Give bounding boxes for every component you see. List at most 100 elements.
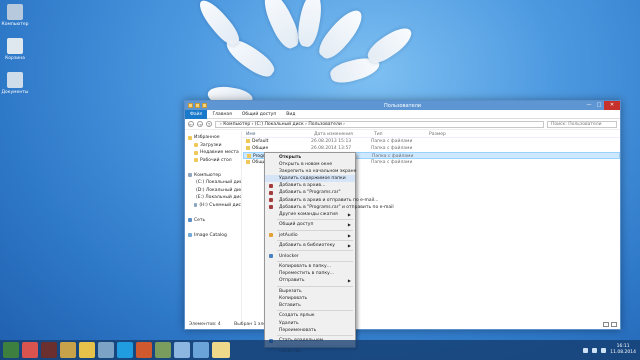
system-tray: 16:11 11.08.2014: [583, 342, 636, 358]
nav-item[interactable]: Сеть: [185, 217, 241, 225]
tiles-view-icon[interactable]: [611, 322, 617, 327]
start-orb-icon[interactable]: [3, 342, 19, 358]
ie-icon[interactable]: [22, 342, 38, 358]
nav-item[interactable]: Загрузки: [185, 142, 241, 150]
file-size: [426, 138, 456, 145]
menu-item[interactable]: Вырезать: [265, 288, 355, 295]
menu-item[interactable]: Добавить в архив...: [265, 182, 355, 189]
search-input[interactable]: Поиск: Пользователи: [547, 120, 617, 128]
menu-item[interactable]: Копировать в папку...: [265, 263, 355, 270]
minimize-button[interactable]: —: [584, 101, 594, 110]
folder-icon: [246, 159, 250, 164]
context-menu: Открыть Открыть в новом окне Закрепить на …: [264, 152, 394, 354]
desktop-icon-documents[interactable]: Документы: [0, 72, 30, 95]
nav-item[interactable]: (C:) Локальный дис: [185, 179, 241, 187]
forward-button[interactable]: →: [197, 121, 203, 127]
menu-item[interactable]: Открыть в новом окне: [265, 161, 355, 168]
menu-item-label: Открыть: [279, 155, 302, 160]
game-icon[interactable]: [60, 342, 76, 358]
menu-item[interactable]: Закрепить на начальном экране: [265, 168, 356, 175]
tool-icon[interactable]: [155, 342, 171, 358]
menu-item[interactable]: Отправить ▶: [265, 277, 355, 284]
menu-item[interactable]: Удалить: [265, 320, 355, 327]
file-type: Папка с файлами: [371, 160, 413, 165]
column-size[interactable]: Размер: [426, 131, 456, 137]
back-button[interactable]: ←: [188, 121, 194, 127]
menu-item-icon: [269, 254, 273, 259]
star-icon: [194, 158, 198, 163]
desktop-icon-recycle-bin[interactable]: Корзина: [0, 38, 30, 61]
up-button[interactable]: ↑: [206, 121, 212, 127]
tab-view[interactable]: Вид: [281, 110, 300, 119]
nav-item[interactable]: Компьютер: [185, 172, 241, 180]
menu-item[interactable]: Unlocker: [265, 253, 355, 260]
network-icon[interactable]: [592, 347, 598, 353]
close-button[interactable]: ✕: [604, 101, 620, 110]
nav-item[interactable]: Image Catalog: [185, 232, 241, 240]
menu-separator: [277, 219, 353, 221]
desktop-icon-computer[interactable]: Компьютер: [0, 4, 30, 27]
menu-item[interactable]: Вставить: [265, 302, 355, 309]
column-date[interactable]: Дата изменения: [311, 131, 371, 137]
menu-item[interactable]: Переименовать: [265, 327, 355, 334]
menu-item-label: Другие команды сжатия: [279, 211, 338, 217]
menu-item[interactable]: Добавить в "Programs.rar" и отправить по…: [265, 204, 394, 211]
menu-item-label: Отправить: [279, 278, 305, 284]
menu-item-icon: [269, 233, 273, 238]
column-type[interactable]: Тип: [371, 131, 426, 137]
nav-item[interactable]: (D:) Локальный дис: [185, 187, 241, 195]
explorer-icon[interactable]: [212, 342, 230, 358]
column-name[interactable]: Имя: [243, 131, 311, 137]
tab-home[interactable]: Главная: [207, 110, 236, 119]
star-icon: [194, 143, 198, 148]
nav-item[interactable]: (H:) Съемный дис: [185, 202, 241, 210]
menu-item-label: Копировать: [279, 295, 308, 301]
menu-item[interactable]: jetAudio ▶: [265, 232, 355, 239]
tab-file[interactable]: Файл: [185, 109, 208, 119]
menu-item[interactable]: Создать ярлык: [265, 312, 355, 319]
settings-icon[interactable]: [98, 342, 114, 358]
clock[interactable]: 16:11 11.08.2014: [610, 344, 636, 356]
menu-item-label: jetAudio: [279, 232, 298, 238]
nav-item-label: Рабочий стол: [200, 157, 232, 163]
file-row[interactable]: Default 26.08.2013 15:13 Папка с файлами: [243, 138, 620, 145]
nav-item[interactable]: (E:) Локальный дис: [185, 194, 241, 202]
skype-icon[interactable]: [117, 342, 133, 358]
menu-separator: [277, 334, 353, 336]
menu-item[interactable]: Добавить в архив и отправить по e-mail..…: [265, 197, 378, 204]
paint-icon[interactable]: [136, 342, 152, 358]
maximize-button[interactable]: □: [594, 101, 604, 110]
clock-date: 11.08.2014: [610, 350, 636, 355]
menu-item-label: Удалить содержимое папки: [279, 176, 346, 182]
ribbon-tabs: Файл Главная Общий доступ Вид: [185, 109, 620, 119]
chrome-icon[interactable]: [79, 342, 95, 358]
menu-item[interactable]: Общий доступ ▶: [265, 221, 355, 228]
menu-item[interactable]: Другие команды сжатия ▶: [265, 211, 355, 218]
volume-icon[interactable]: [601, 347, 607, 353]
file-name: Default: [243, 138, 311, 145]
menu-item[interactable]: Копировать: [265, 295, 355, 302]
address-bar[interactable]: › Компьютер › (C:) Локальный диск › Поль…: [215, 120, 544, 128]
details-view-icon[interactable]: [603, 322, 609, 327]
menu-item-label: Удалить: [279, 320, 299, 326]
file-type: Папка с файлами: [372, 154, 414, 159]
network-icon[interactable]: [174, 342, 190, 358]
menu-item-label: Добавить в архив...: [279, 183, 326, 189]
nav-item[interactable]: Избранное: [185, 134, 241, 142]
flag-icon[interactable]: [583, 347, 589, 353]
nav-item[interactable]: Недавние места: [185, 149, 241, 157]
title-bar[interactable]: Пользователи — □ ✕: [185, 101, 620, 110]
menu-item[interactable]: Открыть: [265, 154, 355, 161]
menu-item[interactable]: Добавить в библиотеку ▶: [265, 242, 355, 249]
menu-item[interactable]: Переместить в папку...: [265, 270, 355, 277]
menu-item[interactable]: Удалить содержимое папки: [265, 175, 355, 183]
nav-item[interactable]: Рабочий стол: [185, 157, 241, 165]
photo-icon[interactable]: [193, 342, 209, 358]
nav-item-label: Image Catalog: [194, 232, 227, 238]
media-icon[interactable]: [41, 342, 57, 358]
menu-separator: [277, 239, 353, 241]
file-row[interactable]: Общие 26.08.2014 13:57 Папка с файлами: [243, 145, 620, 152]
menu-item[interactable]: Добавить в "Programs.rar": [265, 189, 355, 196]
tab-share[interactable]: Общий доступ: [237, 110, 281, 119]
